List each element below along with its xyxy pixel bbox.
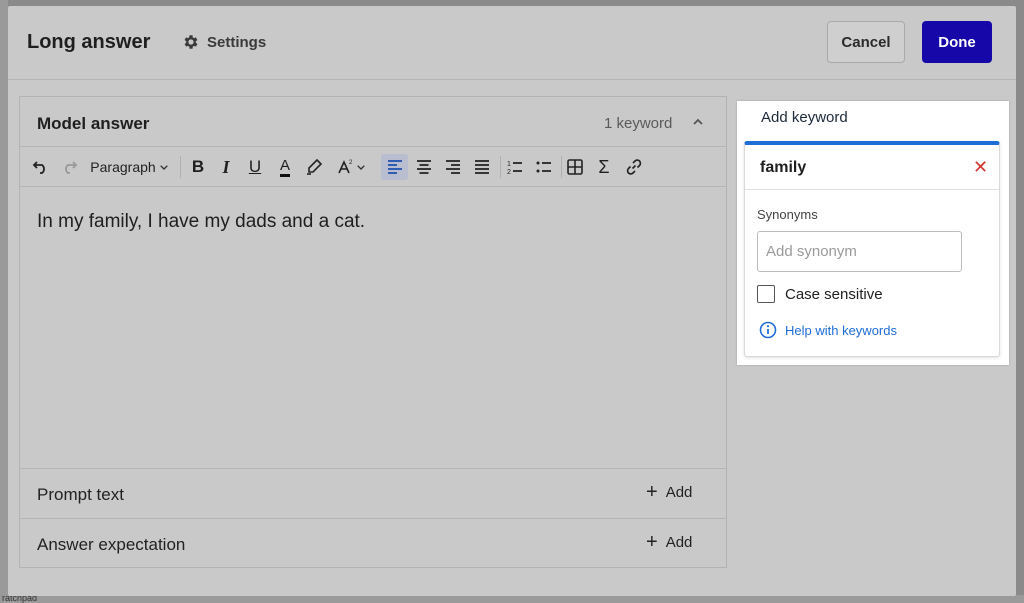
font-color-button[interactable]: A (274, 154, 296, 180)
keyword-panel: Add keyword family ✕ Synonyms Case sensi… (737, 101, 1009, 365)
link-button[interactable] (622, 154, 646, 180)
highlighter-icon (307, 158, 323, 175)
svg-text:2: 2 (349, 160, 353, 166)
align-right-button[interactable] (441, 154, 465, 180)
align-left-button[interactable] (381, 154, 408, 180)
checkbox-box[interactable] (757, 285, 775, 303)
underline-button[interactable]: U (244, 154, 266, 180)
add-prompt-text-button[interactable]: + Add (646, 481, 693, 503)
justify-icon (475, 160, 489, 174)
keyword-count: 1 keyword (604, 115, 673, 132)
prompt-text-row: Prompt text + Add (20, 468, 726, 518)
add-label: Add (665, 483, 693, 501)
paragraph-label: Paragraph (90, 159, 156, 175)
bold-button[interactable]: B (187, 154, 209, 180)
keyword-title: family (760, 159, 807, 176)
superscript-select[interactable]: 2 (332, 154, 372, 180)
align-right-icon (446, 160, 460, 174)
bullet-list-button[interactable] (532, 154, 556, 180)
italic-button[interactable]: I (215, 154, 237, 180)
answer-expectation-row: Answer expectation + Add (20, 518, 726, 568)
table-button[interactable] (563, 154, 587, 180)
align-left-icon (387, 160, 402, 174)
undo-button[interactable] (30, 154, 52, 180)
model-answer-card: Model answer 1 keyword Paragraph B I U A (19, 96, 727, 568)
plus-icon: + (646, 481, 658, 503)
case-sensitive-checkbox[interactable]: Case sensitive (757, 285, 883, 303)
model-answer-header[interactable]: Model answer 1 keyword (20, 97, 726, 147)
table-icon (567, 159, 583, 175)
superscript-icon: 2 (338, 160, 353, 174)
svg-text:2: 2 (507, 169, 511, 176)
svg-text:1: 1 (507, 161, 511, 168)
editor-toolbar: Paragraph B I U A 2 1 2 Σ (20, 147, 726, 187)
numbered-list-button[interactable]: 12 (503, 154, 527, 180)
font-color-glyph: A (279, 157, 290, 177)
prompt-text-label: Prompt text (37, 485, 124, 504)
chevron-up-icon[interactable] (691, 115, 705, 129)
model-answer-label: Model answer (37, 114, 150, 133)
keyword-card: family ✕ Synonyms Case sensitive Help wi… (744, 141, 1000, 357)
redo-icon (65, 161, 78, 174)
align-center-icon (417, 160, 431, 174)
add-label: Add (665, 533, 693, 551)
help-with-keywords-link[interactable]: Help with keywords (759, 321, 897, 339)
synonym-input[interactable] (757, 231, 962, 272)
chevron-down-icon (159, 165, 168, 170)
settings-button[interactable]: Settings (182, 33, 266, 51)
chevron-down-icon (357, 165, 365, 170)
add-keyword-button[interactable]: Add keyword (761, 109, 848, 126)
cancel-button[interactable]: Cancel (827, 21, 905, 63)
justify-button[interactable] (470, 154, 494, 180)
background-bottom (0, 595, 1024, 603)
gear-icon (184, 35, 198, 49)
highlight-button[interactable] (303, 154, 325, 180)
close-icon[interactable]: ✕ (973, 157, 988, 178)
modal-header: Long answer Settings Cancel Done (8, 6, 1016, 80)
help-label: Help with keywords (785, 322, 897, 338)
bullet-list-icon (536, 161, 551, 173)
paragraph-style-select[interactable]: Paragraph (88, 154, 172, 180)
modal-title: Long answer (27, 31, 151, 53)
settings-label: Settings (207, 33, 267, 51)
link-icon (626, 159, 642, 175)
model-answer-text[interactable]: In my family, I have my dads and a cat. (37, 211, 365, 233)
divider (745, 189, 999, 190)
add-answer-expectation-button[interactable]: + Add (646, 531, 693, 553)
done-button[interactable]: Done (922, 21, 992, 63)
case-sensitive-label: Case sensitive (785, 285, 883, 303)
redo-button[interactable] (58, 154, 80, 180)
toolbar-separator (500, 156, 501, 178)
toolbar-separator (561, 156, 562, 178)
background-strip (0, 0, 8, 603)
align-center-button[interactable] (412, 154, 436, 180)
answer-expectation-label: Answer expectation (37, 535, 186, 554)
plus-icon: + (646, 531, 658, 553)
info-icon (759, 321, 777, 339)
toolbar-separator (180, 156, 181, 178)
formula-button[interactable]: Σ (592, 154, 616, 180)
synonyms-label: Synonyms (757, 207, 818, 222)
numbered-list-icon: 12 (507, 161, 522, 176)
undo-icon (32, 161, 45, 174)
